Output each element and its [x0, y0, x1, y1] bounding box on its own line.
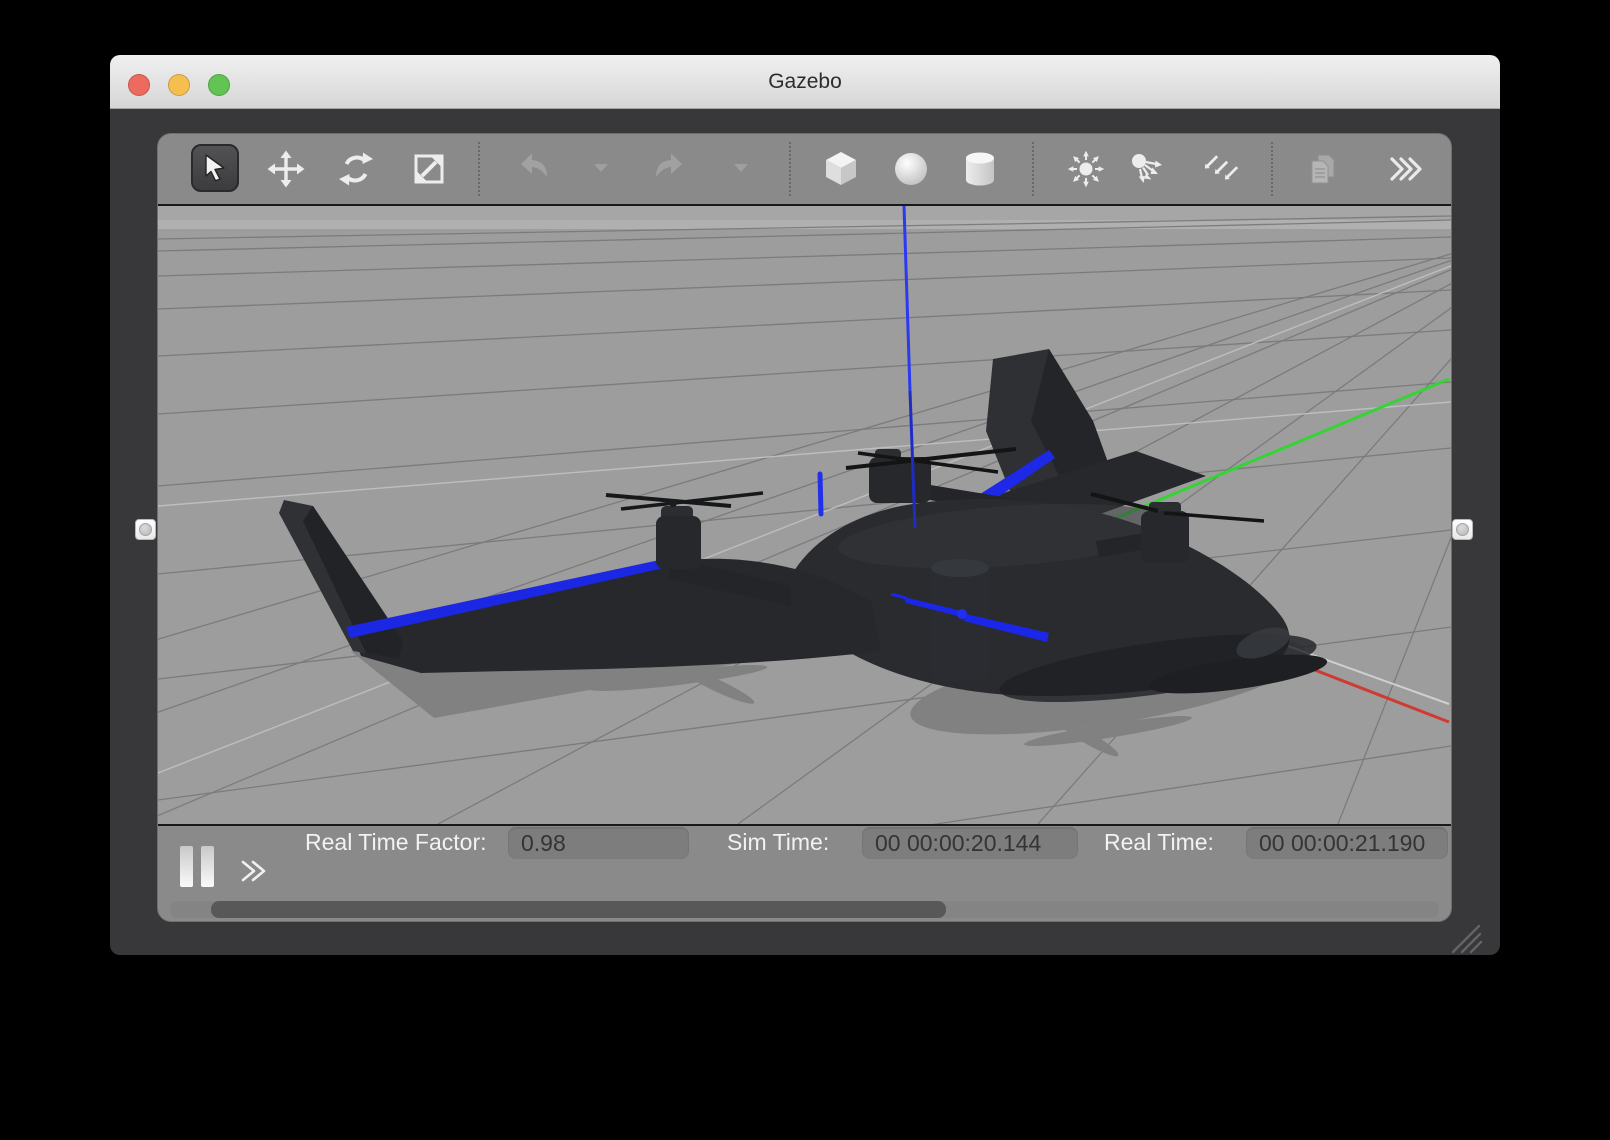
pause-button[interactable] — [180, 846, 216, 888]
sky-band — [158, 206, 1451, 220]
double-chevron-icon — [236, 856, 276, 886]
directional-light-icon — [1199, 149, 1239, 189]
traffic-lights — [128, 74, 230, 96]
directional-light-button[interactable] — [1199, 149, 1239, 189]
pause-icon — [201, 846, 214, 887]
scene-3d — [158, 206, 1451, 824]
move-icon — [266, 149, 306, 189]
toolbar-separator — [1271, 142, 1273, 196]
ground-plane — [158, 206, 1451, 824]
toolbar-separator — [1032, 142, 1034, 196]
scale-icon — [409, 149, 449, 189]
window-title: Gazebo — [768, 70, 842, 94]
horizontal-scrollbar-thumb[interactable] — [211, 901, 946, 918]
splitter-grip-icon — [1456, 523, 1469, 536]
spot-light-icon — [1126, 149, 1166, 189]
simulation-statusbar: Real Time Factor: 0.98 Sim Time: 00 00:0… — [158, 826, 1451, 921]
real-time-value[interactable]: 00 00:00:21.190 — [1246, 827, 1448, 859]
step-controls-expander[interactable] — [236, 856, 276, 886]
undo-icon — [513, 149, 553, 189]
close-button[interactable] — [128, 74, 150, 96]
select-tool-button[interactable] — [191, 144, 239, 192]
main-panel: Real Time Factor: 0.98 Sim Time: 00 00:0… — [157, 133, 1452, 922]
toolbar-separator — [789, 142, 791, 196]
translate-tool-button[interactable] — [266, 149, 306, 189]
maximize-button[interactable] — [208, 74, 230, 96]
redo-button[interactable] — [650, 149, 690, 189]
cube-icon — [821, 149, 861, 189]
more-tools-button[interactable] — [1386, 149, 1426, 189]
pause-icon — [180, 846, 193, 887]
window-resize-grip[interactable] — [1450, 923, 1484, 955]
insert-box-button[interactable] — [821, 149, 861, 189]
real-time-factor-label: Real Time Factor: — [305, 826, 487, 859]
desktop: Gazebo — [0, 0, 1610, 1140]
left-splitter-handle[interactable] — [135, 519, 156, 540]
spot-light-button[interactable] — [1126, 149, 1166, 189]
cylinder-icon — [960, 149, 1000, 189]
scale-tool-button[interactable] — [409, 149, 449, 189]
real-time-factor-value[interactable]: 0.98 — [508, 827, 689, 859]
insert-cylinder-button[interactable] — [960, 149, 1000, 189]
right-splitter-handle[interactable] — [1452, 519, 1473, 540]
toolbar-separator — [478, 142, 480, 196]
toolbar — [158, 134, 1451, 204]
titlebar[interactable]: Gazebo — [110, 55, 1500, 109]
undo-history-dropdown[interactable] — [594, 164, 608, 172]
sim-time-value[interactable]: 00 00:00:20.144 — [862, 827, 1078, 859]
sim-time-label: Sim Time: — [727, 826, 829, 859]
undo-button[interactable] — [513, 149, 553, 189]
point-light-icon — [1066, 149, 1106, 189]
chevron-more-icon — [1386, 154, 1426, 184]
redo-history-dropdown[interactable] — [734, 164, 748, 172]
minimize-button[interactable] — [168, 74, 190, 96]
insert-sphere-button[interactable] — [891, 149, 931, 189]
real-time-label: Real Time: — [1104, 826, 1214, 859]
gazebo-window: Gazebo — [110, 55, 1500, 955]
vertical-blue-blade — [820, 474, 821, 514]
copy-icon — [1303, 149, 1343, 189]
rotate-icon — [336, 149, 376, 189]
sphere-icon — [891, 149, 931, 189]
redo-icon — [650, 149, 690, 189]
splitter-grip-icon — [139, 523, 152, 536]
render-viewport[interactable] — [158, 204, 1451, 826]
cursor-icon — [200, 153, 230, 183]
point-light-button[interactable] — [1066, 149, 1106, 189]
rotate-tool-button[interactable] — [336, 149, 376, 189]
copy-button[interactable] — [1303, 149, 1343, 189]
